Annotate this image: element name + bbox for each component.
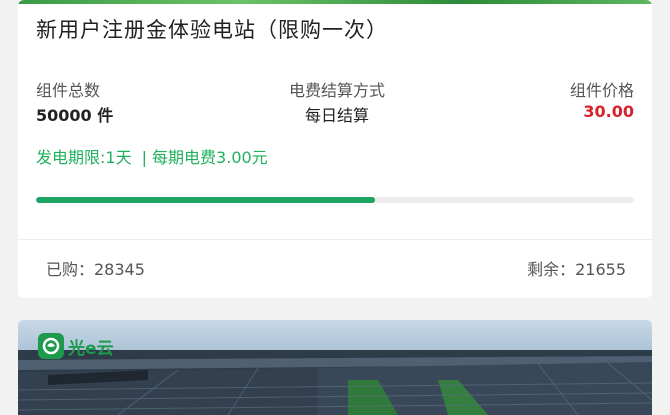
total-components-value: 50000 件 bbox=[36, 106, 114, 125]
product-card[interactable]: 新用户注册金体验电站（限购一次） 组件总数 50000 件 电费结算方式 每日结… bbox=[18, 0, 652, 298]
remaining-count: 剩余：21655 bbox=[527, 260, 626, 279]
product-title: 新用户注册金体验电站（限购一次） bbox=[36, 18, 388, 42]
solar-panels-image bbox=[18, 350, 652, 415]
component-price-label: 组件价格 bbox=[569, 81, 634, 100]
sales-progress-fill bbox=[36, 197, 376, 203]
billing-method-value: 每日结算 bbox=[304, 106, 369, 125]
term-text: 发电期限:1天 bbox=[36, 148, 132, 167]
solar-farm-banner[interactable]: 光e云 bbox=[18, 320, 652, 415]
component-price-value: 30.00 bbox=[583, 102, 634, 121]
banner-strip bbox=[18, 0, 652, 4]
total-components-label: 组件总数 bbox=[36, 81, 101, 100]
billing-method-label: 电费结算方式 bbox=[288, 81, 385, 100]
sales-progress-bar bbox=[36, 197, 634, 203]
terms-row: 发电期限:1天 | 每期电费3.00元 bbox=[36, 144, 268, 168]
brand-logo-text: 光e云 bbox=[68, 338, 114, 359]
divider bbox=[18, 239, 652, 240]
purchased-count: 已购：28345 bbox=[46, 260, 145, 279]
brand-logo: 光e云 bbox=[38, 333, 114, 359]
leaf-icon bbox=[38, 333, 64, 359]
per-period-fee-text: | 每期电费3.00元 bbox=[141, 148, 268, 167]
